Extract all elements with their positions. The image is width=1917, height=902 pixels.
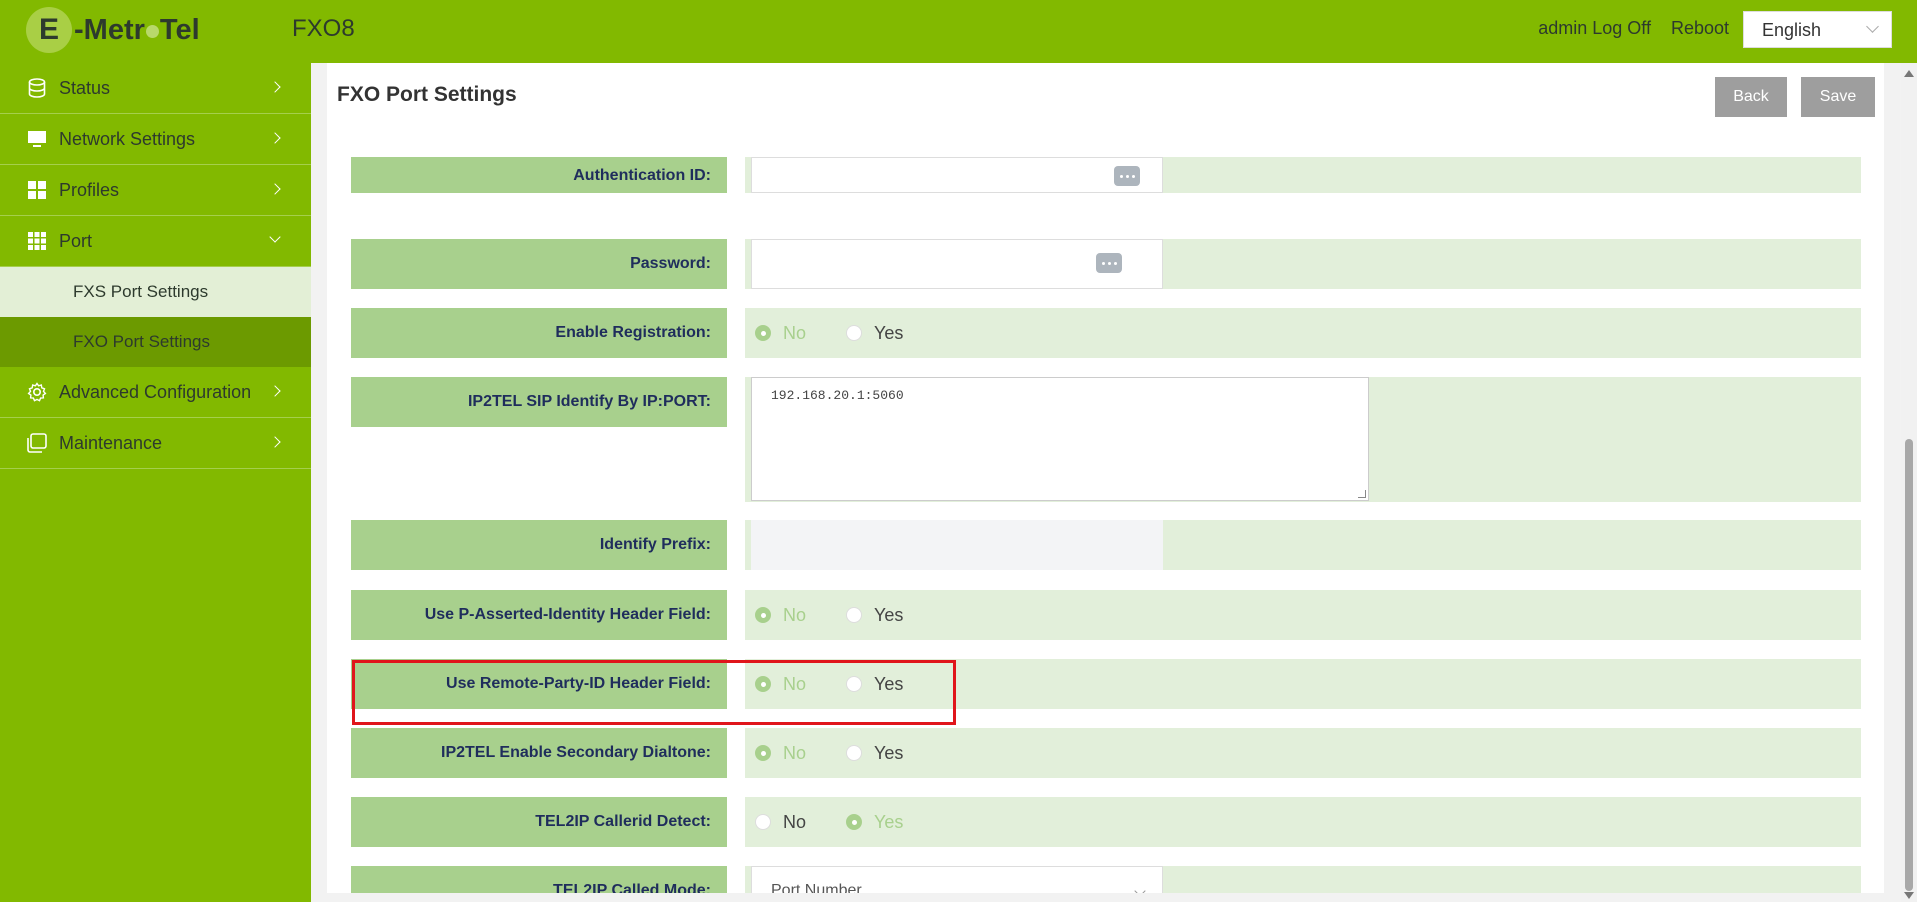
field-label: IP2TEL Enable Secondary Dialtone: bbox=[351, 728, 727, 778]
password-input[interactable] bbox=[751, 239, 1163, 289]
sidebar-item-label: Status bbox=[59, 77, 111, 98]
row-tel2ip-callerid-detect: TEL2IP Callerid Detect: No Yes bbox=[351, 797, 1861, 847]
enable-registration-radio-group: No Yes bbox=[755, 308, 903, 358]
sidebar-subitem-fxs-port-settings[interactable]: FXS Port Settings bbox=[0, 267, 311, 317]
chevron-right-icon bbox=[269, 385, 281, 397]
logo-text: -Metr Tel bbox=[74, 13, 200, 46]
sidebar-item-label: Port bbox=[59, 230, 93, 251]
row-ip2tel-sip-identify: IP2TEL SIP Identify By IP:PORT: 192.168.… bbox=[351, 377, 1861, 502]
resize-handle-icon[interactable] bbox=[1358, 490, 1366, 498]
chevron-right-icon bbox=[269, 132, 281, 144]
row-identify-prefix: Identify Prefix: bbox=[351, 520, 1861, 570]
row-authentication-id: Authentication ID: bbox=[351, 123, 1861, 217]
page-title: FXO Port Settings bbox=[337, 83, 517, 106]
language-value: English bbox=[1762, 20, 1822, 40]
fxo-port-settings-panel: Authentication ID: Password: Enable Regi… bbox=[327, 63, 1884, 893]
row-tel2ip-called-mode: TEL2IP Called Mode: Port Number bbox=[351, 866, 1861, 893]
chevron-down-icon bbox=[1866, 20, 1879, 33]
field-label: Identify Prefix: bbox=[351, 520, 727, 570]
grid-icon bbox=[27, 180, 47, 200]
radio-no[interactable]: No bbox=[755, 323, 806, 344]
ip2tel-sip-identify-textarea[interactable]: 192.168.20.1:5060 bbox=[751, 377, 1369, 501]
save-button[interactable]: Save bbox=[1801, 77, 1875, 117]
radio-yes[interactable]: Yes bbox=[846, 812, 903, 833]
monitor-icon bbox=[27, 129, 47, 149]
field-label: TEL2IP Called Mode: bbox=[351, 866, 727, 893]
language-select[interactable]: English bbox=[1743, 11, 1892, 48]
radio-no[interactable]: No bbox=[755, 743, 806, 764]
top-header: E -Metr Tel FXO8 admin Log Off Reboot Eng… bbox=[0, 0, 1917, 63]
radio-no[interactable]: No bbox=[755, 812, 806, 833]
secondary-dialtone-radio-group: No Yes bbox=[755, 728, 903, 778]
database-icon bbox=[27, 78, 47, 98]
brand-logo: E -Metr Tel bbox=[26, 7, 200, 53]
header-links: admin Log Off Reboot bbox=[1538, 18, 1729, 39]
highlight-box bbox=[352, 660, 956, 725]
panel-title-bar: FXO Port Settings Back Save bbox=[327, 63, 1884, 126]
back-button[interactable]: Back bbox=[1715, 77, 1787, 117]
sidebar: Status Network Settings Profiles Port FX… bbox=[0, 63, 311, 902]
sidebar-item-status[interactable]: Status bbox=[0, 63, 311, 114]
field-label: Enable Registration: bbox=[351, 308, 727, 358]
chevron-right-icon bbox=[269, 436, 281, 448]
scroll-up-icon[interactable] bbox=[1904, 70, 1914, 77]
sidebar-item-advanced-configuration[interactable]: Advanced Configuration bbox=[0, 367, 311, 418]
radio-yes[interactable]: Yes bbox=[846, 743, 903, 764]
window-icon bbox=[27, 433, 47, 453]
chevron-down-icon bbox=[269, 231, 281, 243]
authentication-id-input[interactable] bbox=[751, 157, 1163, 193]
logoff-link[interactable]: admin Log Off bbox=[1538, 18, 1651, 39]
gear-icon bbox=[27, 382, 47, 402]
callerid-detect-radio-group: No Yes bbox=[755, 797, 903, 847]
field-label: Authentication ID: bbox=[351, 157, 727, 193]
device-model: FXO8 bbox=[292, 15, 355, 42]
row-password: Password: bbox=[351, 239, 1861, 289]
sidebar-subitem-fxo-port-settings[interactable]: FXO Port Settings bbox=[0, 317, 311, 367]
radio-yes[interactable]: Yes bbox=[846, 605, 903, 626]
field-label: Use P-Asserted-Identity Header Field: bbox=[351, 590, 727, 640]
field-label: TEL2IP Callerid Detect: bbox=[351, 797, 727, 847]
sidebar-item-label: Maintenance bbox=[59, 432, 163, 453]
row-ip2tel-secondary-dialtone: IP2TEL Enable Secondary Dialtone: No Yes bbox=[351, 728, 1861, 778]
sidebar-item-label: Network Settings bbox=[59, 128, 196, 149]
called-mode-select[interactable]: Port Number bbox=[751, 866, 1163, 893]
sidebar-item-label: Profiles bbox=[59, 179, 120, 200]
sidebar-item-profiles[interactable]: Profiles bbox=[0, 165, 311, 216]
row-enable-registration: Enable Registration: No Yes bbox=[351, 308, 1861, 358]
sidebar-item-label: Advanced Configuration bbox=[59, 381, 252, 402]
page-scrollbar[interactable] bbox=[1901, 63, 1917, 902]
use-pai-radio-group: No Yes bbox=[755, 590, 903, 640]
sidebar-item-port[interactable]: Port bbox=[0, 216, 311, 267]
sidebar-item-maintenance[interactable]: Maintenance bbox=[0, 418, 311, 469]
chevron-right-icon bbox=[269, 183, 281, 195]
row-use-p-asserted-identity: Use P-Asserted-Identity Header Field: No… bbox=[351, 590, 1861, 640]
sidebar-item-network-settings[interactable]: Network Settings bbox=[0, 114, 311, 165]
chevron-right-icon bbox=[269, 81, 281, 93]
chevron-down-icon bbox=[1134, 885, 1146, 893]
radio-yes[interactable]: Yes bbox=[846, 323, 903, 344]
radio-no[interactable]: No bbox=[755, 605, 806, 626]
field-label: IP2TEL SIP Identify By IP:PORT: bbox=[351, 377, 727, 427]
password-dots-icon[interactable] bbox=[1114, 166, 1140, 186]
settings-form: Authentication ID: Password: Enable Regi… bbox=[351, 63, 1861, 893]
scroll-thumb[interactable] bbox=[1905, 439, 1913, 891]
field-label: Password: bbox=[351, 239, 727, 289]
table-icon bbox=[27, 231, 47, 251]
identify-prefix-input[interactable] bbox=[751, 520, 1163, 570]
password-dots-icon[interactable] bbox=[1096, 253, 1122, 273]
logo-badge: E bbox=[26, 7, 72, 53]
scroll-down-icon[interactable] bbox=[1904, 892, 1914, 899]
reboot-link[interactable]: Reboot bbox=[1671, 18, 1729, 39]
